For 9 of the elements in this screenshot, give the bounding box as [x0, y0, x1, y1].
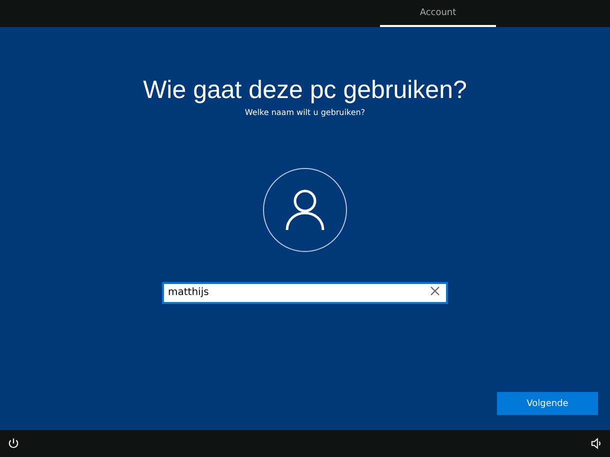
power-icon[interactable]: [8, 438, 19, 449]
name-field[interactable]: matthijs: [162, 282, 448, 304]
next-button[interactable]: Volgende: [497, 392, 598, 415]
tab[interactable]: Account: [380, 0, 496, 27]
user-icon: [285, 189, 325, 231]
clear-icon[interactable]: [430, 286, 440, 296]
page-title: Wie gaat deze pc gebruiken?: [143, 75, 467, 106]
page-subtitle: Welke naam wilt u gebruiken?: [244, 108, 366, 117]
speaker-icon[interactable]: [591, 438, 602, 449]
